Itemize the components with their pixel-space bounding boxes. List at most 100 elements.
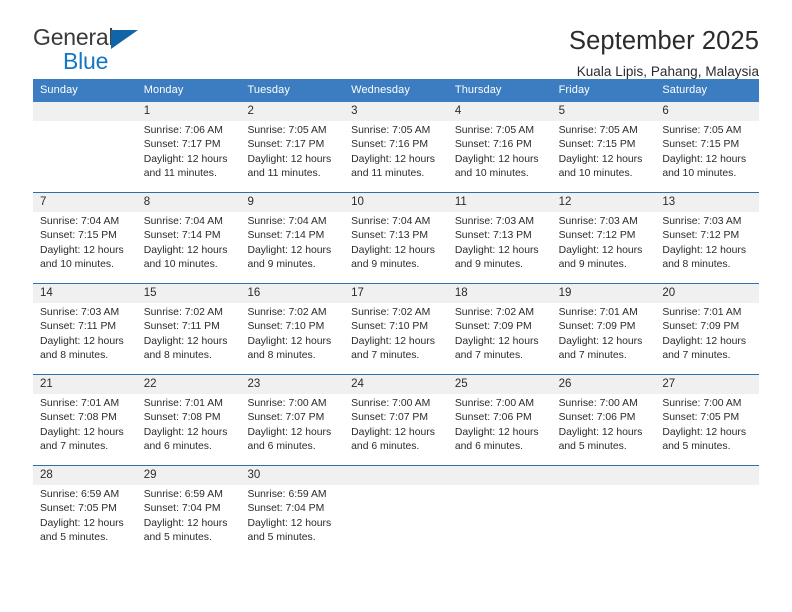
day-number[interactable]: 2 <box>240 102 344 121</box>
day-number[interactable]: 20 <box>655 284 759 303</box>
sunrise-text: Sunrise: 6:59 AM <box>143 489 223 500</box>
sunrise-text: Sunrise: 7:03 AM <box>558 216 638 227</box>
daylight-text-line2: and 10 minutes. <box>662 168 737 180</box>
sunset-text: Sunset: 7:08 PM <box>143 412 221 424</box>
general-blue-logo[interactable]: General Blue <box>33 26 153 78</box>
sunrise-text: Sunrise: 7:00 AM <box>351 398 431 409</box>
weekday-header-thursday: Thursday <box>454 84 502 96</box>
calendar-page: General Blue September 2025 Kuala Lipis,… <box>0 0 792 612</box>
logo-primary-text: General <box>33 24 114 50</box>
sunset-text: Sunset: 7:06 PM <box>454 412 532 424</box>
day-number[interactable]: 15 <box>137 284 241 303</box>
day-number[interactable]: 9 <box>240 193 344 212</box>
daylight-text-line2: and 9 minutes. <box>454 259 524 271</box>
daylight-text-line1: Daylight: 12 hours <box>143 335 228 347</box>
daylight-text-line2: and 10 minutes. <box>40 259 114 271</box>
sunrise-text: Sunrise: 7:04 AM <box>143 216 223 227</box>
day-number[interactable]: 3 <box>344 102 448 121</box>
day-cell: Sunrise: 7:00 AM Sunset: 7:05 PM Daylight:… <box>655 394 759 465</box>
sunset-text: Sunset: 7:17 PM <box>143 139 221 151</box>
day-cell: Sunrise: 7:01 AM Sunset: 7:09 PM Daylight:… <box>552 303 656 374</box>
sunset-text: Sunset: 7:08 PM <box>40 412 117 424</box>
day-number[interactable]: 12 <box>552 193 656 212</box>
page-title: September 2025 <box>569 27 759 55</box>
day-number[interactable]: 18 <box>448 284 552 303</box>
day-number[interactable]: 10 <box>344 193 448 212</box>
day-number[interactable]: 11 <box>448 193 552 212</box>
day-number[interactable]: 1 <box>137 102 241 121</box>
day-cell: Sunrise: 7:01 AM Sunset: 7:08 PM Daylight:… <box>33 394 137 465</box>
sunset-text: Sunset: 7:04 PM <box>143 503 221 515</box>
sunrise-text: Sunrise: 7:01 AM <box>662 307 742 318</box>
daylight-text-line1: Daylight: 12 hours <box>454 153 539 165</box>
calendar-grid: Sunday Monday Tuesday Wednesday Thursday… <box>33 79 759 556</box>
day-number[interactable]: 25 <box>448 375 552 394</box>
daylight-text-line2: and 9 minutes. <box>558 259 627 271</box>
sunset-text: Sunset: 7:15 PM <box>558 139 636 151</box>
day-number[interactable]: 27 <box>655 375 759 394</box>
day-cell: Sunrise: 7:00 AM Sunset: 7:07 PM Daylight:… <box>344 394 448 465</box>
day-number[interactable]: 16 <box>240 284 344 303</box>
day-cell: Sunrise: 7:01 AM Sunset: 7:08 PM Daylight:… <box>137 394 241 465</box>
week-detail-row: Sunrise: 7:04 AM Sunset: 7:15 PM Daylight:… <box>33 212 759 283</box>
day-cell: Sunrise: 7:00 AM Sunset: 7:07 PM Daylight:… <box>240 394 344 465</box>
week-detail-row: Sunrise: 7:03 AM Sunset: 7:11 PM Daylight:… <box>33 303 759 374</box>
day-number[interactable]: 8 <box>137 193 241 212</box>
calendar-week-row: 1 2 3 4 5 6 Sunrise: 7:06 AM Sunset: 7:17 PM Day… <box>33 102 759 192</box>
day-number[interactable]: 26 <box>552 375 656 394</box>
day-number[interactable]: 30 <box>240 466 344 485</box>
daylight-text-line1: Daylight: 12 hours <box>662 153 747 165</box>
day-number[interactable]: 22 <box>137 375 241 394</box>
sunrise-text: Sunrise: 7:00 AM <box>662 398 742 409</box>
day-number[interactable]: 29 <box>137 466 241 485</box>
daylight-text-line1: Daylight: 12 hours <box>662 244 747 256</box>
day-number[interactable]: 4 <box>448 102 552 121</box>
daylight-text-line1: Daylight: 12 hours <box>558 244 643 256</box>
day-number[interactable]: 24 <box>344 375 448 394</box>
day-number[interactable]: 5 <box>552 102 656 121</box>
daylight-text-line2: and 8 minutes. <box>40 350 109 362</box>
day-number[interactable]: 23 <box>240 375 344 394</box>
week-daynumber-row: 7 8 9 10 11 12 13 <box>33 193 759 212</box>
week-daynumber-row: 14 15 16 17 18 19 20 <box>33 284 759 303</box>
daylight-text-line2: and 7 minutes. <box>351 350 420 362</box>
sunrise-text: Sunrise: 7:04 AM <box>40 216 120 227</box>
day-number[interactable]: 28 <box>33 466 137 485</box>
day-number[interactable]: 14 <box>33 284 137 303</box>
sunset-text: Sunset: 7:15 PM <box>40 230 117 242</box>
day-cell: Sunrise: 7:03 AM Sunset: 7:11 PM Daylight:… <box>33 303 137 374</box>
sunset-text: Sunset: 7:15 PM <box>662 139 740 151</box>
daylight-text-line1: Daylight: 12 hours <box>662 335 747 347</box>
daylight-text-line1: Daylight: 12 hours <box>558 153 643 165</box>
day-number[interactable]: 17 <box>344 284 448 303</box>
week-daynumber-row: 21 22 23 24 25 26 27 <box>33 375 759 394</box>
sunset-text: Sunset: 7:05 PM <box>662 412 740 424</box>
sunrise-text: Sunrise: 7:01 AM <box>558 307 638 318</box>
sunrise-text: Sunrise: 7:05 AM <box>247 125 327 136</box>
sunset-text: Sunset: 7:11 PM <box>143 321 220 333</box>
daylight-text-line2: and 5 minutes. <box>143 532 212 544</box>
daylight-text-line2: and 8 minutes. <box>143 350 212 362</box>
triangle-icon <box>111 30 138 49</box>
day-cell: Sunrise: 7:05 AM Sunset: 7:17 PM Daylight:… <box>240 121 344 192</box>
weekday-header-wednesday: Wednesday <box>351 84 410 96</box>
day-number[interactable]: 13 <box>655 193 759 212</box>
day-number[interactable]: 21 <box>33 375 137 394</box>
daylight-text-line2: and 10 minutes. <box>558 168 633 180</box>
sunset-text: Sunset: 7:09 PM <box>558 321 636 333</box>
day-number[interactable]: 7 <box>33 193 137 212</box>
day-number[interactable]: 19 <box>552 284 656 303</box>
sunset-text: Sunset: 7:17 PM <box>247 139 325 151</box>
daylight-text-line1: Daylight: 12 hours <box>454 244 539 256</box>
sunrise-text: Sunrise: 7:02 AM <box>247 307 327 318</box>
sunrise-text: Sunrise: 7:03 AM <box>40 307 120 318</box>
sunset-text: Sunset: 7:09 PM <box>662 321 740 333</box>
calendar-weeks: 1 2 3 4 5 6 Sunrise: 7:06 AM Sunset: 7:17 PM Day… <box>33 102 759 556</box>
day-cell: Sunrise: 6:59 AM Sunset: 7:04 PM Daylight:… <box>137 485 241 556</box>
weekday-header-friday: Friday <box>558 84 590 96</box>
daylight-text-line1: Daylight: 12 hours <box>247 244 332 256</box>
day-number[interactable]: 6 <box>655 102 759 121</box>
sunrise-text: Sunrise: 6:59 AM <box>247 489 327 500</box>
daylight-text-line2: and 8 minutes. <box>662 259 731 271</box>
daylight-text-line2: and 6 minutes. <box>247 441 316 453</box>
